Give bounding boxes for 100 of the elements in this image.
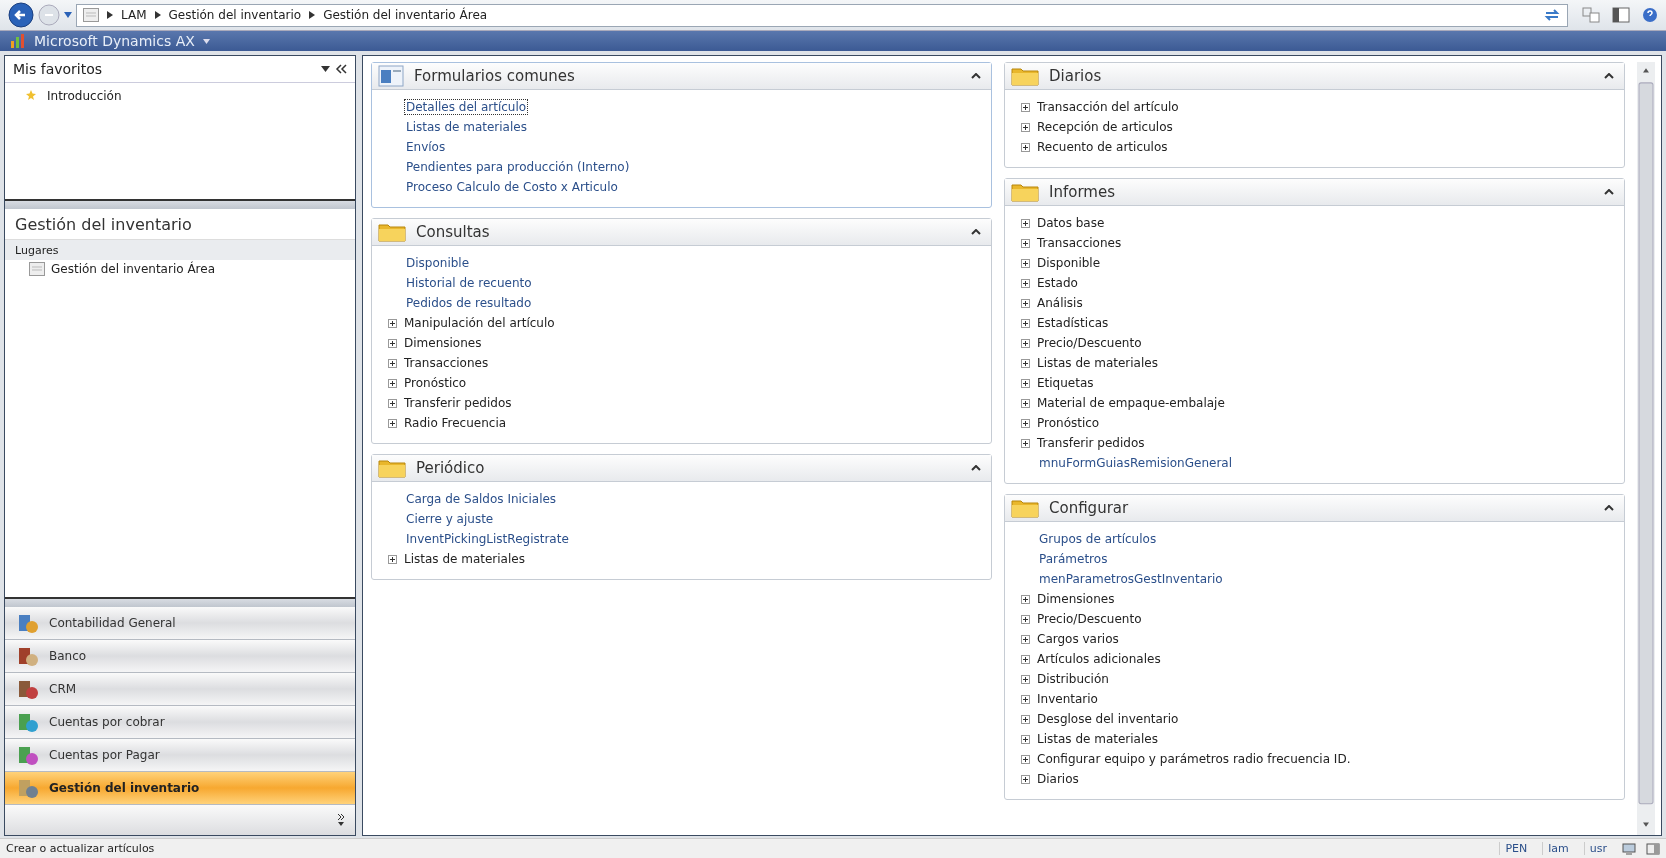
menu-link[interactable]: Envíos — [404, 139, 448, 155]
menu-group[interactable]: Listas de materiales — [404, 552, 525, 566]
expand-icon[interactable] — [1021, 774, 1030, 784]
breadcrumb[interactable]: Gestión del inventario — [168, 8, 302, 22]
expand-icon[interactable] — [1021, 438, 1030, 448]
menu-group[interactable]: Transferir pedidos — [1037, 436, 1145, 450]
menu-link[interactable]: Grupos de artículos — [1037, 531, 1159, 547]
menu-group[interactable]: Disponible — [1037, 256, 1101, 270]
menu-link[interactable]: Proceso Calculo de Costo x Articulo — [404, 179, 620, 195]
menu-link[interactable]: menParametrosGestInventario — [1037, 571, 1225, 587]
menu-group[interactable]: Cargos varios — [1037, 632, 1119, 646]
expand-icon[interactable] — [1021, 398, 1030, 408]
menu-link[interactable]: Cierre y ajuste — [404, 511, 496, 527]
expand-icon[interactable] — [1021, 418, 1030, 428]
module-button[interactable]: Gestión del inventario — [5, 772, 355, 805]
menu-link[interactable]: Listas de materiales — [404, 119, 529, 135]
menu-link[interactable]: Detalles del artículo — [404, 99, 529, 115]
collapse-icon[interactable] — [1604, 505, 1614, 511]
expand-icon[interactable] — [1021, 614, 1030, 624]
module-button[interactable]: Contabilidad General — [5, 607, 355, 640]
favorite-item[interactable]: Introducción — [47, 89, 122, 103]
expand-icon[interactable] — [388, 554, 397, 564]
menu-link[interactable]: Parámetros — [1037, 551, 1110, 567]
module-button[interactable]: Cuentas por Pagar — [5, 739, 355, 772]
expand-icon[interactable] — [388, 358, 397, 368]
expand-icon[interactable] — [1021, 278, 1030, 288]
expand-icon[interactable] — [1021, 358, 1030, 368]
expand-icon[interactable] — [1021, 318, 1030, 328]
expand-icon[interactable] — [1021, 102, 1030, 112]
menu-link[interactable]: Pendientes para producción (Interno) — [404, 159, 632, 175]
expand-icon[interactable] — [388, 338, 397, 348]
menu-group[interactable]: Precio/Descuento — [1037, 612, 1142, 626]
expand-icon[interactable] — [1021, 674, 1030, 684]
expand-icon[interactable] — [1021, 378, 1030, 388]
menu-group[interactable]: Material de empaque-embalaje — [1037, 396, 1225, 410]
refresh-icon[interactable] — [1543, 7, 1561, 23]
menu-group[interactable]: Recuento de articulos — [1037, 140, 1168, 154]
expand-icon[interactable] — [1021, 142, 1030, 152]
menu-group[interactable]: Transacciones — [404, 356, 489, 370]
menu-group[interactable]: Transferir pedidos — [404, 396, 512, 410]
menu-group[interactable]: Dimensiones — [1037, 592, 1115, 606]
menu-group[interactable]: Listas de materiales — [1037, 732, 1158, 746]
app-title[interactable]: Microsoft Dynamics AX — [34, 33, 195, 49]
expand-icon[interactable] — [388, 378, 397, 388]
expand-icon[interactable] — [1021, 634, 1030, 644]
menu-link[interactable]: Carga de Saldos Iniciales — [404, 491, 559, 507]
menu-group[interactable]: Inventario — [1037, 692, 1098, 706]
menu-link[interactable]: Disponible — [404, 255, 472, 271]
menu-group[interactable]: Dimensiones — [404, 336, 482, 350]
menu-link[interactable]: mnuFormGuiasRemisionGeneral — [1037, 455, 1234, 471]
collapse-icon[interactable] — [971, 229, 981, 235]
menu-link[interactable]: Pedidos de resultado — [404, 295, 534, 311]
collapse-icon[interactable] — [971, 73, 981, 79]
menu-group[interactable]: Transacción del artículo — [1037, 100, 1179, 114]
expand-icon[interactable] — [1021, 734, 1030, 744]
expand-icon[interactable] — [388, 418, 397, 428]
menu-group[interactable]: Pronóstico — [404, 376, 467, 390]
back-icon[interactable] — [8, 2, 34, 28]
computer-icon[interactable] — [1622, 842, 1636, 855]
panel-icon[interactable] — [1612, 7, 1630, 23]
expand-icon[interactable] — [388, 318, 397, 328]
splitter[interactable] — [5, 199, 355, 209]
menu-group[interactable]: Estado — [1037, 276, 1078, 290]
module-button[interactable]: Banco — [5, 640, 355, 673]
splitter[interactable] — [5, 597, 355, 607]
expand-icon[interactable] — [1021, 714, 1030, 724]
menu-group[interactable]: Datos base — [1037, 216, 1105, 230]
expand-icon[interactable] — [1021, 754, 1030, 764]
menu-group[interactable]: Distribución — [1037, 672, 1109, 686]
menu-group[interactable]: Análisis — [1037, 296, 1083, 310]
breadcrumb[interactable]: Gestión del inventario Área — [323, 8, 488, 22]
menu-link[interactable]: InventPickingListRegistrate — [404, 531, 571, 547]
dropdown-icon[interactable] — [202, 38, 210, 44]
menu-group[interactable]: Desglose del inventario — [1037, 712, 1179, 726]
more-icon[interactable] — [337, 813, 345, 827]
menu-group[interactable]: Artículos adicionales — [1037, 652, 1161, 666]
menu-group[interactable]: Diarios — [1037, 772, 1079, 786]
collapse-icon[interactable] — [1604, 189, 1614, 195]
expand-icon[interactable] — [1021, 298, 1030, 308]
expand-icon[interactable] — [1021, 594, 1030, 604]
address-bar[interactable]: LAM Gestión del inventario Gestión del inventario Área — [76, 3, 1568, 27]
expand-icon[interactable] — [1021, 258, 1030, 268]
module-button[interactable]: Cuentas por cobrar — [5, 706, 355, 739]
expand-icon[interactable] — [1021, 238, 1030, 248]
help-icon[interactable] — [1642, 7, 1658, 23]
place-item[interactable]: Gestión del inventario Área — [51, 262, 215, 276]
scrollbar[interactable] — [1637, 62, 1655, 835]
expand-icon[interactable] — [1021, 654, 1030, 664]
menu-group[interactable]: Etiquetas — [1037, 376, 1094, 390]
menu-group[interactable]: Precio/Descuento — [1037, 336, 1142, 350]
menu-group[interactable]: Transacciones — [1037, 236, 1122, 250]
dropdown-icon[interactable] — [64, 12, 72, 18]
menu-group[interactable]: Pronóstico — [1037, 416, 1100, 430]
expand-icon[interactable] — [1021, 218, 1030, 228]
menu-group[interactable]: Estadísticas — [1037, 316, 1109, 330]
pane-controls-icon[interactable] — [321, 64, 347, 74]
expand-icon[interactable] — [388, 398, 397, 408]
expand-icon[interactable] — [1021, 694, 1030, 704]
expand-icon[interactable] — [1021, 338, 1030, 348]
menu-group[interactable]: Configurar equipo y parámetros radio frecuencia ID. — [1037, 752, 1351, 766]
